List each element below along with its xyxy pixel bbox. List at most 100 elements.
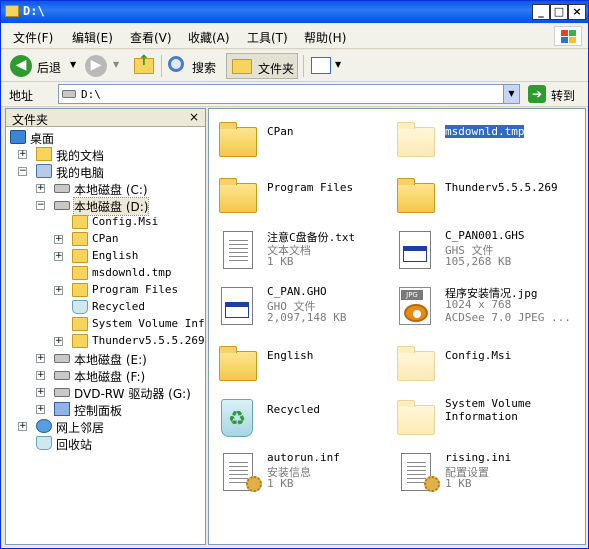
tree-item-label: CPan <box>92 232 119 245</box>
address-value: D:\ <box>81 88 101 101</box>
tree-item[interactable]: + 本地磁盘 (C:) <box>6 180 205 197</box>
folder-icon <box>5 5 19 17</box>
forward-button[interactable]: ▶ ▼ <box>83 53 127 79</box>
expand-icon[interactable]: + <box>36 388 45 397</box>
search-button[interactable]: 搜索 <box>165 53 221 79</box>
expand-icon[interactable]: + <box>18 422 27 431</box>
search-label: 搜索 <box>192 61 217 75</box>
tree-item[interactable]: System Volume Information <box>6 316 205 333</box>
views-button[interactable]: ▼ <box>308 53 344 79</box>
collapse-icon[interactable]: − <box>36 201 45 210</box>
expand-icon[interactable]: + <box>36 405 45 414</box>
menu-view[interactable]: 查看(V) <box>130 29 172 46</box>
file-item[interactable]: Config.Msi <box>393 341 573 391</box>
tree-item[interactable]: Config.Msi <box>6 214 205 231</box>
file-item[interactable]: English <box>215 341 395 391</box>
jpeg-image-icon: JPG <box>399 287 431 325</box>
file-item[interactable]: Program Files <box>215 173 395 223</box>
file-item[interactable]: C_PAN001.GHS GHS 文件 105,268 KB <box>393 227 573 277</box>
tree-item[interactable]: − 本地磁盘 (D:) <box>6 197 205 216</box>
expand-icon[interactable]: + <box>36 371 45 380</box>
expand-icon[interactable]: + <box>54 337 63 346</box>
close-pane-button[interactable]: × <box>189 110 199 124</box>
maximize-button[interactable]: □ <box>550 4 568 20</box>
go-arrow-icon[interactable]: ➔ <box>528 85 546 103</box>
expand-icon[interactable]: + <box>54 235 63 244</box>
network-icon <box>36 419 52 433</box>
address-input[interactable]: D:\ ▼ <box>58 84 520 104</box>
folder-tree-pane: 文件夹 × 桌面 + 我的文档 − 我的电脑 + 本地磁盘 (C:) − 本地磁盘 (D:) Co… <box>5 108 206 545</box>
tree-item[interactable]: 回收站 <box>6 435 205 452</box>
tree-item-label: 本地磁盘 (E:) <box>74 353 147 367</box>
folders-icon <box>232 59 252 74</box>
title-bar[interactable]: D:\ _ □ × <box>1 1 588 23</box>
drive-icon <box>54 201 70 210</box>
folder-icon <box>219 122 257 157</box>
expand-icon[interactable]: + <box>54 252 63 261</box>
back-button[interactable]: ◀ 后退 ▼ <box>7 53 79 79</box>
address-dropdown-button[interactable]: ▼ <box>503 85 519 103</box>
expand-icon[interactable]: + <box>18 150 27 159</box>
expand-icon[interactable]: + <box>36 354 45 363</box>
file-item[interactable]: rising.ini 配置设置 1 KB <box>393 449 573 499</box>
expand-icon[interactable]: + <box>54 286 63 295</box>
drive-icon <box>62 90 76 98</box>
tree-item[interactable]: Recycled <box>6 299 205 316</box>
file-size: ACDSee 7.0 JPEG ... <box>445 311 571 324</box>
expand-icon[interactable]: + <box>36 184 45 193</box>
views-icon <box>311 57 331 74</box>
menu-favorites[interactable]: 收藏(A) <box>188 29 230 46</box>
tree-item[interactable]: − 我的电脑 <box>6 163 205 180</box>
tree-item[interactable]: + 本地磁盘 (F:) <box>6 367 205 384</box>
file-item[interactable]: ♻ Recycled <box>215 395 395 445</box>
back-label: 后退 <box>37 61 62 75</box>
file-name: msdownld.tmp <box>443 124 526 139</box>
generic-file-icon <box>221 287 253 325</box>
folder-icon <box>72 334 88 348</box>
settings-file-icon <box>223 453 262 492</box>
go-button[interactable]: 转到 <box>551 87 575 104</box>
file-item[interactable]: JPG 程序安装情况.jpg 1024 x 768 ACDSee 7.0 JPEG .… <box>393 283 573 333</box>
tree-item[interactable]: + 控制面板 <box>6 401 205 418</box>
folder-icon <box>397 122 435 157</box>
file-item[interactable]: Thunderv5.5.5.269 <box>393 173 573 223</box>
file-item[interactable]: System Volume Information <box>393 395 573 445</box>
dvd-drive-icon <box>54 388 70 397</box>
tree-item[interactable]: + English <box>6 248 205 265</box>
tree-item-label: 我的文档 <box>56 149 105 163</box>
file-item[interactable]: msdownld.tmp <box>393 117 573 167</box>
file-item[interactable]: C_PAN.GHO GHO 文件 2,097,148 KB <box>215 283 395 333</box>
file-item[interactable]: 注意C盘备份.txt 文本文档 1 KB <box>215 227 395 277</box>
search-icon <box>168 56 184 72</box>
menu-tools[interactable]: 工具(T) <box>247 29 288 46</box>
file-size: 1 KB <box>267 477 294 490</box>
tree-item[interactable]: msdownld.tmp <box>6 265 205 282</box>
menu-edit[interactable]: 编辑(E) <box>72 29 113 46</box>
up-arrow-icon: ↑ <box>138 53 150 69</box>
windows-logo-icon <box>554 26 582 46</box>
tree-item[interactable]: + 本地磁盘 (E:) <box>6 350 205 367</box>
tree-item[interactable]: + 我的文档 <box>6 146 205 163</box>
tree-item-label: Config.Msi <box>92 215 159 228</box>
menu-help[interactable]: 帮助(H) <box>304 29 346 46</box>
tree-item[interactable]: 桌面 <box>6 129 205 146</box>
tree-item[interactable]: + DVD-RW 驱动器 (G:) <box>6 384 205 401</box>
close-button[interactable]: × <box>568 4 586 20</box>
recycle-bin-icon <box>36 436 52 450</box>
menu-file[interactable]: 文件(F) <box>13 29 53 46</box>
tree-item[interactable]: + Thunderv5.5.5.269 <box>6 333 205 350</box>
file-type: 1024 x 768 <box>445 298 512 311</box>
tree-item[interactable]: + 网上邻居 <box>6 418 205 435</box>
file-name: C_PAN001.GHS <box>445 229 525 242</box>
file-item[interactable]: CPan <box>215 117 395 167</box>
up-folder-button[interactable]: ↑ <box>131 53 157 79</box>
folders-label: 文件夹 <box>258 62 295 76</box>
collapse-icon[interactable]: − <box>18 167 27 176</box>
recycle-bin-icon <box>72 300 88 314</box>
tree-item[interactable]: + CPan <box>6 231 205 248</box>
minimize-button[interactable]: _ <box>532 4 550 20</box>
folders-button[interactable]: 文件夹 <box>226 53 298 79</box>
menu-bar: 文件(F) 编辑(E) 查看(V) 收藏(A) 工具(T) 帮助(H) <box>1 24 588 49</box>
file-item[interactable]: autorun.inf 安装信息 1 KB <box>215 449 395 499</box>
tree-item[interactable]: + Program Files <box>6 282 205 299</box>
